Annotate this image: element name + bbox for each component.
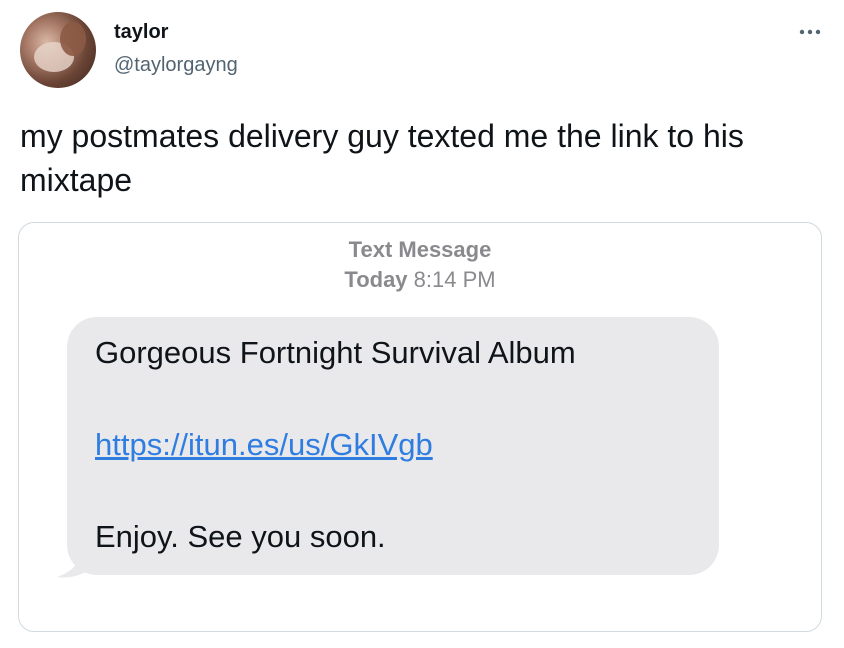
message-link[interactable]: https://itun.es/us/GkIVgb (95, 425, 433, 465)
tweet-text: my postmates delivery guy texted me the … (20, 118, 744, 198)
message-line-title: Gorgeous Fortnight Survival Album (95, 335, 576, 370)
user-handle[interactable]: @taylorgayng (114, 53, 238, 77)
message-line-signoff: Enjoy. See you soon. (95, 519, 386, 554)
tweet-media-image[interactable]: Text Message Today 8:14 PM Gorgeous Fort… (18, 222, 822, 632)
avatar[interactable] (20, 12, 96, 88)
more-horizontal-icon[interactable] (798, 22, 822, 42)
message-time: 8:14 PM (413, 267, 496, 292)
avatar-photo-detail (60, 22, 86, 56)
display-name[interactable]: taylor (114, 20, 168, 44)
message-timestamp: Today 8:14 PM (19, 265, 821, 295)
message-header: Text Message Today 8:14 PM (19, 235, 821, 295)
message-bubble: Gorgeous Fortnight Survival Album https:… (67, 317, 719, 575)
message-day: Today (344, 267, 408, 292)
message-service-label: Text Message (348, 237, 492, 262)
